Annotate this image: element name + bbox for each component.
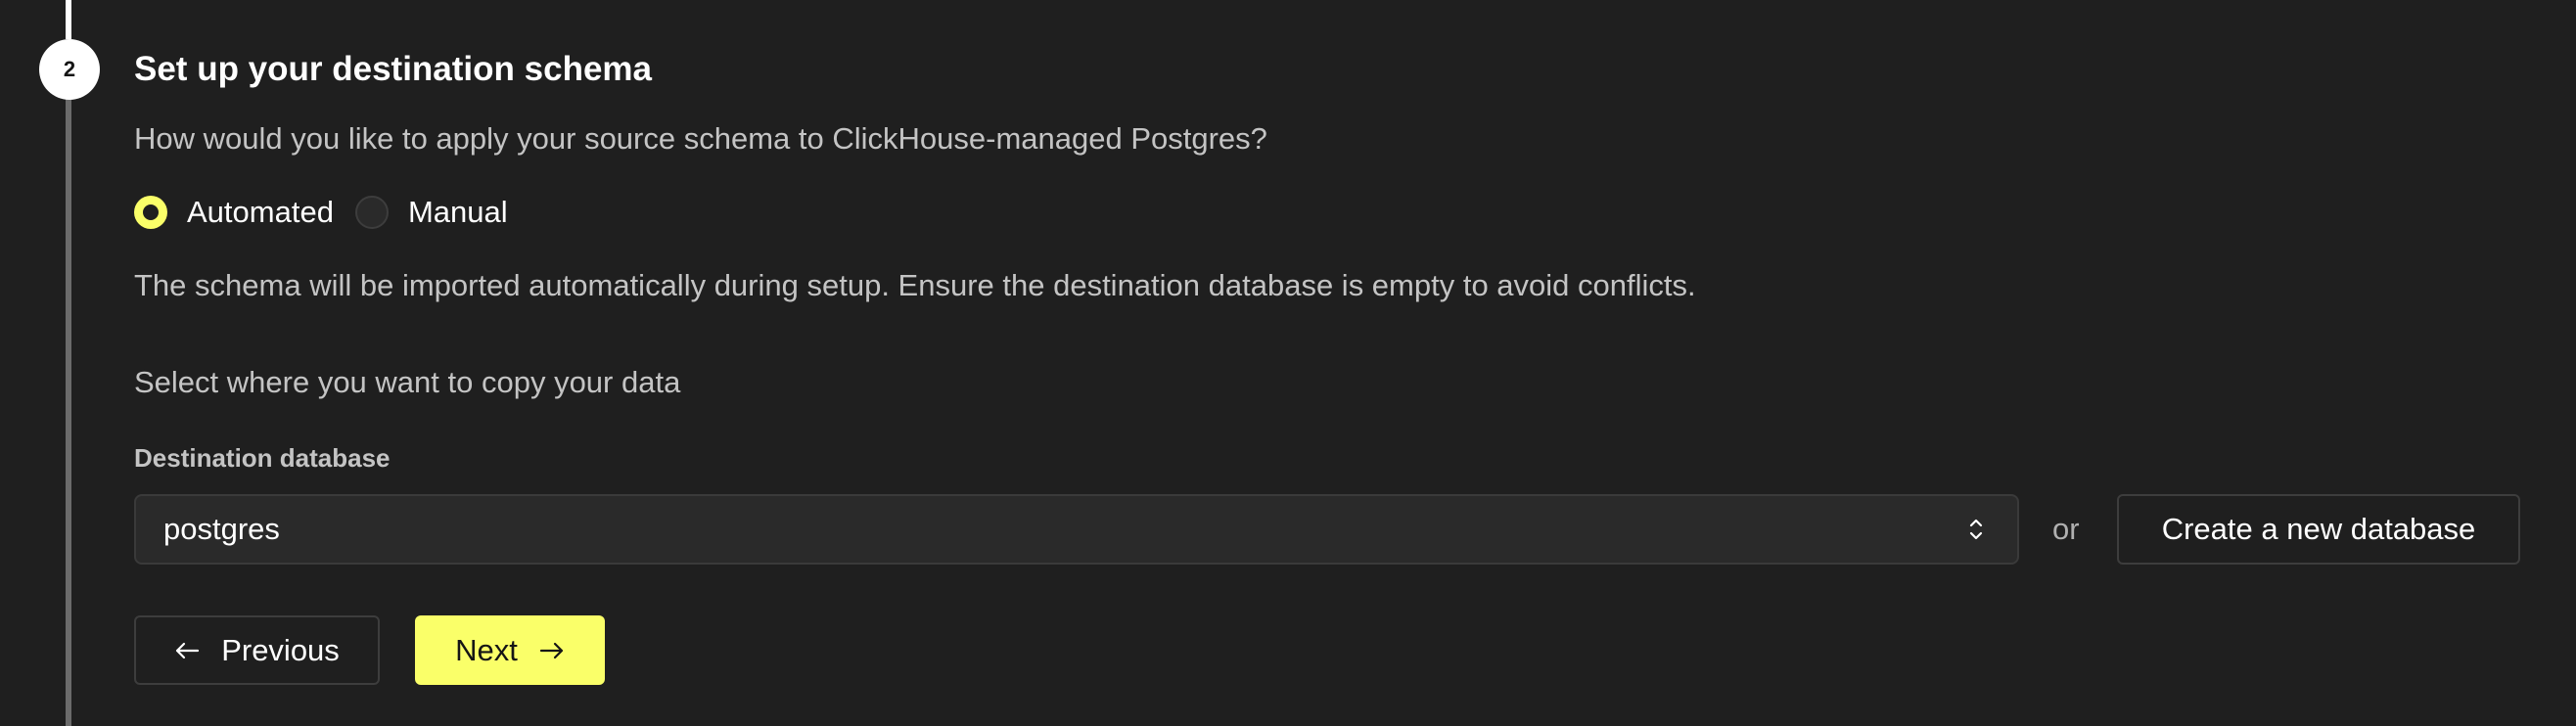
destination-database-label: Destination database [134,443,391,473]
step-title: Set up your destination schema [134,50,652,88]
step-number-badge: 2 [39,39,100,100]
radio-option-manual[interactable]: Manual [354,193,508,232]
create-new-database-button[interactable]: Create a new database [2117,494,2520,565]
radio-label-automated: Automated [187,195,334,229]
chevron-up-down-icon [1969,519,1983,540]
previous-label: Previous [221,632,340,667]
create-new-database-label: Create a new database [2161,512,2476,546]
or-separator: or [2052,512,2080,546]
destination-database-select[interactable]: postgres [134,494,2019,565]
radio-option-automated[interactable]: Automated [134,193,334,232]
radio-automated[interactable] [134,196,167,229]
schema-mode-radio-group: Automated Manual [134,193,508,232]
arrow-left-icon [176,642,200,658]
copy-prompt: Select where you want to copy your data [134,365,681,399]
schema-description: The schema will be imported automaticall… [134,268,1696,302]
arrow-right-icon [539,642,563,658]
schema-question: How would you like to apply your source … [134,121,1267,156]
radio-label-manual: Manual [407,195,508,229]
previous-button[interactable]: Previous [134,615,380,685]
next-button[interactable]: Next [415,615,605,685]
step-rail [66,98,71,726]
next-label: Next [455,632,518,667]
destination-database-value: postgres [163,512,280,546]
radio-manual[interactable] [354,196,389,229]
step-rail-top [66,0,71,39]
